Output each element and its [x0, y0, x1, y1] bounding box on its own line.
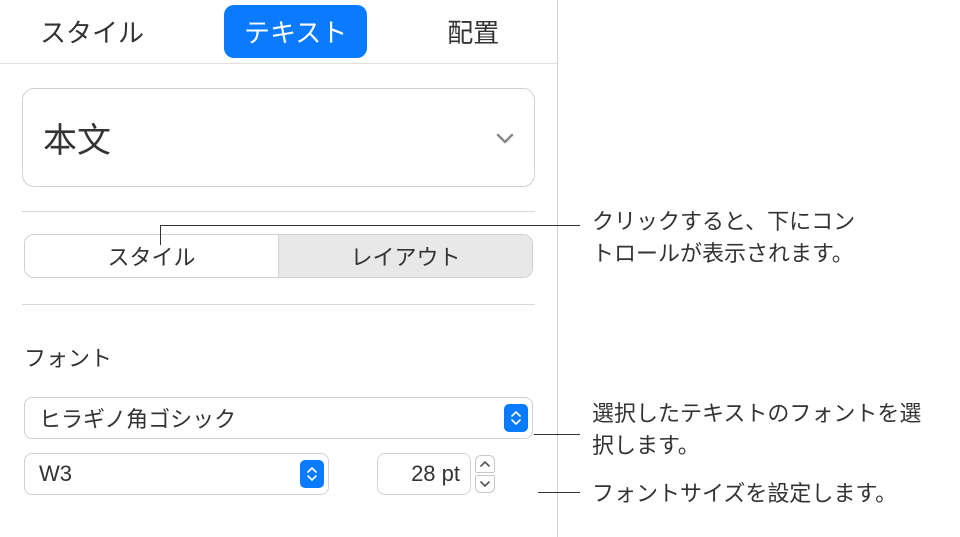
- inspector-tabs: スタイル テキスト 配置: [0, 0, 557, 64]
- font-weight-popup[interactable]: W3: [24, 453, 329, 495]
- tab-arrange[interactable]: 配置: [427, 5, 519, 58]
- tab-text[interactable]: テキスト: [224, 5, 367, 58]
- font-family-popup[interactable]: ヒラギノ角ゴシック: [24, 397, 533, 439]
- updown-arrows-icon: [504, 404, 528, 432]
- font-size-field[interactable]: 28 pt: [377, 453, 471, 495]
- segment-layout-label: レイアウト: [350, 240, 460, 272]
- callout-leader: [538, 492, 580, 493]
- font-weight-value: W3: [39, 461, 300, 487]
- divider: [22, 211, 535, 212]
- format-panel: スタイル テキスト 配置 本文 スタイル レイアウト フォント ヒラギノ角ゴシッ…: [0, 0, 558, 537]
- segment-style[interactable]: スタイル: [25, 235, 279, 277]
- divider: [22, 304, 535, 305]
- segment-layout[interactable]: レイアウト: [279, 235, 532, 277]
- text-segmented-control: スタイル レイアウト: [24, 234, 533, 278]
- callout-text: クリックすると、下にコントロールが表示されます。: [592, 206, 872, 270]
- font-weight-size-row: W3 28 pt: [24, 453, 533, 495]
- stepper-down-button[interactable]: [475, 475, 495, 493]
- font-section-label: フォント: [24, 341, 533, 373]
- callout-leader: [160, 225, 580, 226]
- segment-style-label: スタイル: [107, 240, 195, 272]
- stepper-up-button[interactable]: [475, 455, 495, 473]
- chevron-down-icon: [480, 481, 490, 487]
- paragraph-style-popup[interactable]: 本文: [22, 88, 535, 187]
- chevron-up-icon: [480, 461, 490, 467]
- callout-leader: [534, 434, 580, 435]
- callout-text: 選択したテキストのフォントを選択します。: [592, 398, 932, 462]
- callout-text: フォントサイズを設定します。: [592, 478, 942, 510]
- font-size-group: 28 pt: [377, 453, 495, 495]
- paragraph-style-label: 本文: [43, 113, 111, 162]
- font-size-value: 28 pt: [411, 461, 460, 487]
- updown-arrows-icon: [300, 460, 324, 488]
- chevron-down-icon: [496, 132, 514, 144]
- font-family-value: ヒラギノ角ゴシック: [39, 402, 504, 434]
- font-family-row: ヒラギノ角ゴシック: [24, 397, 533, 439]
- font-size-stepper: [475, 455, 495, 493]
- tab-text-label: テキスト: [244, 18, 347, 48]
- callout-leader: [160, 225, 161, 245]
- tab-style-label: スタイル: [40, 18, 144, 48]
- tab-arrange-label: 配置: [447, 18, 499, 48]
- tab-style[interactable]: スタイル: [20, 5, 164, 58]
